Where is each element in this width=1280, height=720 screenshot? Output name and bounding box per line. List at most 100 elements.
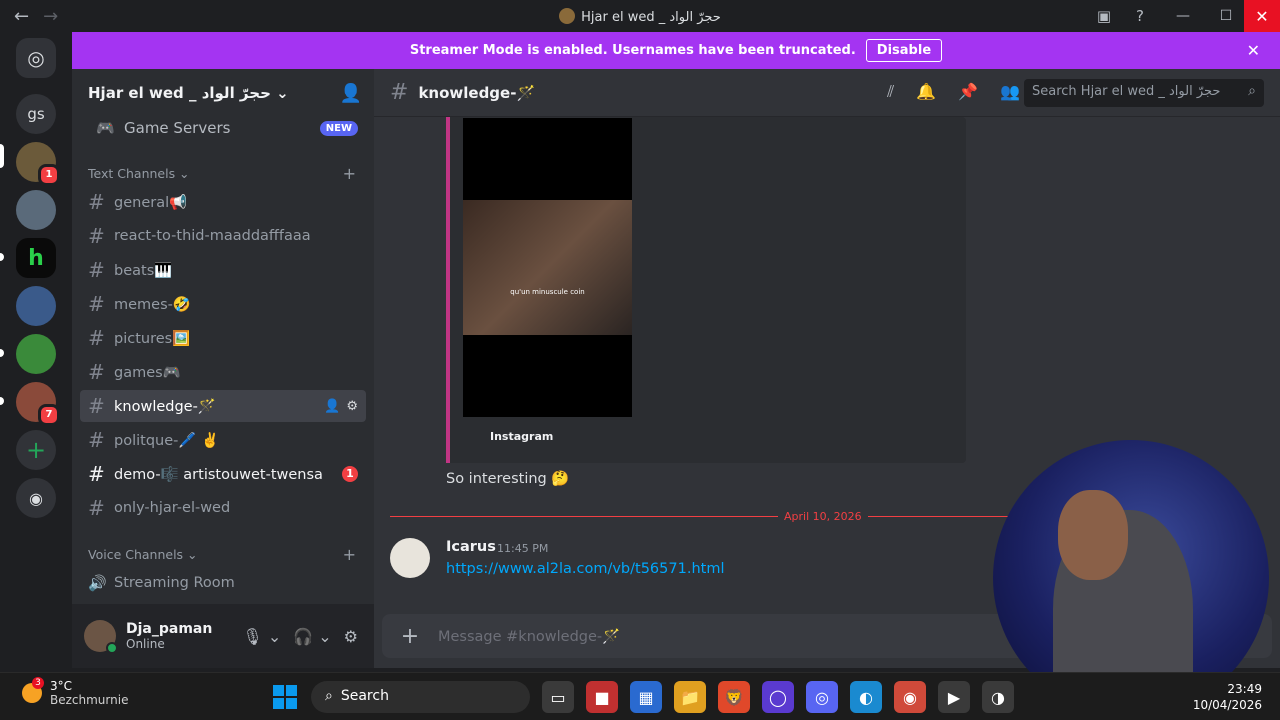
voice-channels-category[interactable]: Voice Channels ⌄ + xyxy=(72,542,374,566)
composer-placeholder: Message #knowledge-🪄 xyxy=(438,628,621,645)
system-clock[interactable]: 23:49 10/04/2026 xyxy=(1193,681,1262,713)
server-gs[interactable]: gs xyxy=(16,94,56,134)
channel-pictures[interactable]: # pictures🖼️ xyxy=(80,322,366,354)
attach-plus-icon[interactable]: + xyxy=(382,624,438,649)
category-label: Voice Channels ⌄ xyxy=(88,546,198,562)
message-text: So interesting 🤔 xyxy=(446,471,570,487)
obs-icon: ◑ xyxy=(991,687,1005,707)
guild-header[interactable]: Hjar el wed _ حجرّ الواد ⌄ 👤 xyxy=(72,69,374,117)
bell-icon[interactable]: 🔔 xyxy=(916,82,936,102)
start-button[interactable] xyxy=(273,685,297,709)
pin-icon[interactable]: 📌 xyxy=(958,82,978,102)
message-author[interactable]: Icarus xyxy=(446,539,496,555)
taskbar-app-widgets[interactable]: ■ xyxy=(586,681,618,713)
maximize-button[interactable]: ☐ xyxy=(1208,8,1244,24)
discord-icon: ◎ xyxy=(815,687,829,707)
embed-video[interactable]: qu'un minuscule coin xyxy=(463,118,632,417)
headphones-icon[interactable]: 🎧 ⌄ xyxy=(293,627,331,646)
members-icon[interactable]: 👥 xyxy=(1000,82,1020,102)
header-tools: ⫽ 🔔 📌 👥 xyxy=(887,82,1020,102)
channel-header: # knowledge-🪄 ⫽ 🔔 📌 👥 Search Hjar el wed… xyxy=(374,69,1280,117)
embed-provider[interactable]: Instagram xyxy=(490,430,553,443)
gear-icon[interactable]: ⚙ xyxy=(346,399,358,414)
gear-icon[interactable]: ⚙ xyxy=(344,627,358,646)
streamer-mode-banner: Streamer Mode is enabled. Usernames have… xyxy=(72,32,1280,69)
channel-beats[interactable]: # beats🎹 xyxy=(80,254,366,286)
discover-button[interactable]: ◉ xyxy=(16,478,56,518)
taskbar-search[interactable]: ⌕ Search xyxy=(311,681,530,713)
channel-react-to-thid[interactable]: # react-to-thid-maaddafffaaa xyxy=(80,220,366,252)
channel-politque[interactable]: # politque-🖊️ ✌️ xyxy=(80,424,366,456)
help-icon[interactable]: ? xyxy=(1122,7,1158,25)
online-status-icon xyxy=(106,642,118,654)
create-channel-icon[interactable]: + xyxy=(343,164,356,183)
store-icon: ▦ xyxy=(638,687,654,707)
invite-people-icon[interactable]: 👤 xyxy=(340,83,362,104)
create-invite-icon[interactable]: 👤 xyxy=(324,399,340,414)
server-icon-4[interactable] xyxy=(16,286,56,326)
edge-icon: ◐ xyxy=(859,687,873,707)
create-channel-icon[interactable]: + xyxy=(343,545,356,564)
close-window-button[interactable]: ✕ xyxy=(1244,0,1280,32)
voice-channel-streaming-room[interactable]: 🔊 Streaming Room xyxy=(80,567,366,599)
windows-logo-icon xyxy=(286,685,297,696)
taskbar-app-edge[interactable]: ◐ xyxy=(850,681,882,713)
channel-label: knowledge-🪄 xyxy=(114,398,216,415)
channel-general[interactable]: # general📢 xyxy=(80,186,366,218)
channel-sidebar: Hjar el wed _ حجرّ الواد ⌄ 👤 🎮 Game Serv… xyxy=(72,69,374,604)
avatar[interactable] xyxy=(390,538,430,578)
disable-streamer-mode-button[interactable]: Disable xyxy=(865,39,943,62)
home-button[interactable]: ◎ xyxy=(16,38,56,78)
inbox-icon[interactable]: ▣ xyxy=(1086,7,1122,25)
microphone-icon[interactable]: 🎙 ⌄ xyxy=(242,627,281,646)
server-icon-6[interactable]: 7 xyxy=(16,382,60,426)
weather-location: Bezchmurnie xyxy=(50,693,129,707)
channel-demo[interactable]: # demo-🎼 artistouwet-twensa 1 xyxy=(80,458,366,490)
avatar[interactable] xyxy=(84,620,118,654)
channel-knowledge[interactable]: # knowledge-🪄 👤 ⚙ xyxy=(80,390,366,422)
channel-memes[interactable]: # memes-🤣 xyxy=(80,288,366,320)
server-mention-badge-2: 7 xyxy=(38,404,60,426)
add-server-button[interactable]: + xyxy=(16,430,56,470)
chrome-icon: ◉ xyxy=(903,687,917,707)
user-info[interactable]: Dja_paman Online xyxy=(126,621,212,651)
weather-badge: 3 xyxy=(32,677,44,689)
search-input[interactable]: Search Hjar el wed _ حجرّ الواد ⌕ xyxy=(1024,79,1264,107)
channel-label: politque-🖊️ ✌️ xyxy=(114,432,220,449)
taskbar-app-chrome[interactable]: ◉ xyxy=(894,681,926,713)
text-channels-category[interactable]: Text Channels ⌄ + xyxy=(72,161,374,185)
server-mention-badge: 1 xyxy=(38,164,60,186)
banner-close-icon[interactable]: ✕ xyxy=(1247,41,1260,60)
mention-badge: 1 xyxy=(342,466,358,482)
new-badge: NEW xyxy=(319,120,358,136)
server-icon-3[interactable]: h xyxy=(16,238,56,278)
message-link[interactable]: https://www.al2la.com/vb/t56571.html xyxy=(446,561,724,577)
minimize-button[interactable]: — xyxy=(1158,8,1208,24)
taskbar-app-brave[interactable]: 🦁 xyxy=(718,681,750,713)
taskbar-app-app-circle[interactable]: ◯ xyxy=(762,681,794,713)
game-servers-label: Game Servers xyxy=(124,119,231,137)
server-gs-label: gs xyxy=(27,105,45,123)
temperature: 3°C xyxy=(50,679,73,693)
hash-icon: # xyxy=(88,394,105,418)
taskbar-app-task-view[interactable]: ▭ xyxy=(542,681,574,713)
server-selected-pill xyxy=(0,144,4,168)
app-circle-icon: ◯ xyxy=(769,687,787,707)
threads-icon[interactable]: ⫽ xyxy=(887,82,894,102)
server-icon-5[interactable] xyxy=(16,334,56,374)
server-icon-1[interactable]: 1 xyxy=(16,142,60,186)
taskbar-app-files[interactable]: 📁 xyxy=(674,681,706,713)
taskbar-app-obs[interactable]: ◑ xyxy=(982,681,1014,713)
channel-label: pictures🖼️ xyxy=(114,330,191,347)
channel-games[interactable]: # games🎮 xyxy=(80,356,366,388)
game-servers-row[interactable]: 🎮 Game Servers NEW xyxy=(80,111,366,145)
channel-only-hjar-el-wed[interactable]: # only-hjar-el-wed xyxy=(80,492,366,524)
server-unread-pill-2 xyxy=(0,349,4,357)
user-panel: Dja_paman Online 🎙 ⌄ 🎧 ⌄ ⚙ xyxy=(72,604,374,668)
hash-icon: # xyxy=(88,326,105,350)
taskbar-app-store[interactable]: ▦ xyxy=(630,681,662,713)
taskbar-app-discord[interactable]: ◎ xyxy=(806,681,838,713)
weather-widget[interactable]: 3 3°C Bezchmurnie xyxy=(22,677,129,707)
server-icon-2[interactable] xyxy=(16,190,56,230)
taskbar-app-media[interactable]: ▶ xyxy=(938,681,970,713)
